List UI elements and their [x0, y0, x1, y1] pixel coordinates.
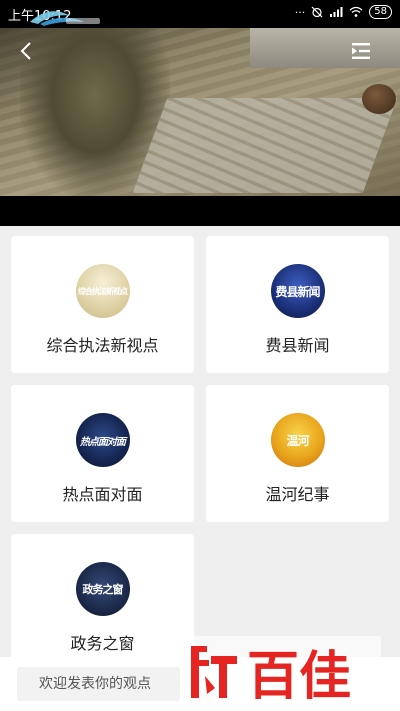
video-frame — [0, 28, 400, 196]
tile-label: 温河纪事 — [265, 485, 330, 504]
tile-thumbnail: 费县新闻 — [270, 264, 325, 318]
playlist-icon[interactable] — [350, 40, 372, 62]
tile-zonghe-zhifa[interactable]: 综合执法新视点 综合执法新视点 — [11, 236, 194, 373]
tile-label: 综合执法新视点 — [46, 336, 159, 355]
tile-feixian-news[interactable]: 费县新闻 费县新闻 — [206, 236, 389, 373]
signal-icon — [330, 7, 343, 17]
tile-label: 政务之窗 — [70, 634, 135, 653]
status-icons: ··· 58 — [295, 5, 392, 19]
scene-wall — [250, 28, 400, 68]
watermark-text: 百佳 — [247, 647, 351, 707]
status-bar: 上午10:12 ··· 58 — [0, 0, 400, 28]
channel-logo-icon — [30, 11, 100, 26]
tile-label: 热点面对面 — [62, 485, 143, 504]
more-dots-icon: ··· — [294, 5, 306, 19]
wifi-icon — [349, 6, 363, 17]
tile-thumbnail: 温河 — [270, 413, 325, 467]
thumbnail-text: 温河 — [286, 433, 309, 448]
watermark-logo: 百佳 — [185, 636, 381, 711]
tile-thumbnail: 综合执法新视点 — [75, 264, 130, 318]
scene-pot — [362, 84, 396, 114]
thumbnail-text: 综合执法新视点 — [78, 286, 128, 296]
thumbnail-text: 政务之窗 — [82, 583, 124, 596]
alarm-off-icon — [311, 6, 323, 18]
thumbnail-text: 费县新闻 — [275, 284, 320, 299]
back-arrow-icon[interactable] — [16, 40, 38, 62]
tile-thumbnail: 热点面对面 — [75, 413, 130, 467]
tile-zhengwu[interactable]: 政务之窗 政务之窗 — [11, 534, 194, 671]
battery-indicator: 58 — [369, 5, 392, 19]
tile-wenhe-jishi[interactable]: 温河 温河纪事 — [206, 385, 389, 522]
tile-hotspot[interactable]: 热点面对面 热点面对面 — [11, 385, 194, 522]
thumbnail-text: 热点面对面 — [80, 436, 126, 448]
video-bottom-bar — [0, 196, 400, 226]
tile-label: 费县新闻 — [265, 336, 330, 355]
comment-input[interactable] — [17, 667, 180, 701]
scene-steps — [132, 98, 398, 193]
tile-thumbnail: 政务之窗 — [75, 562, 130, 616]
video-player[interactable] — [0, 0, 400, 226]
